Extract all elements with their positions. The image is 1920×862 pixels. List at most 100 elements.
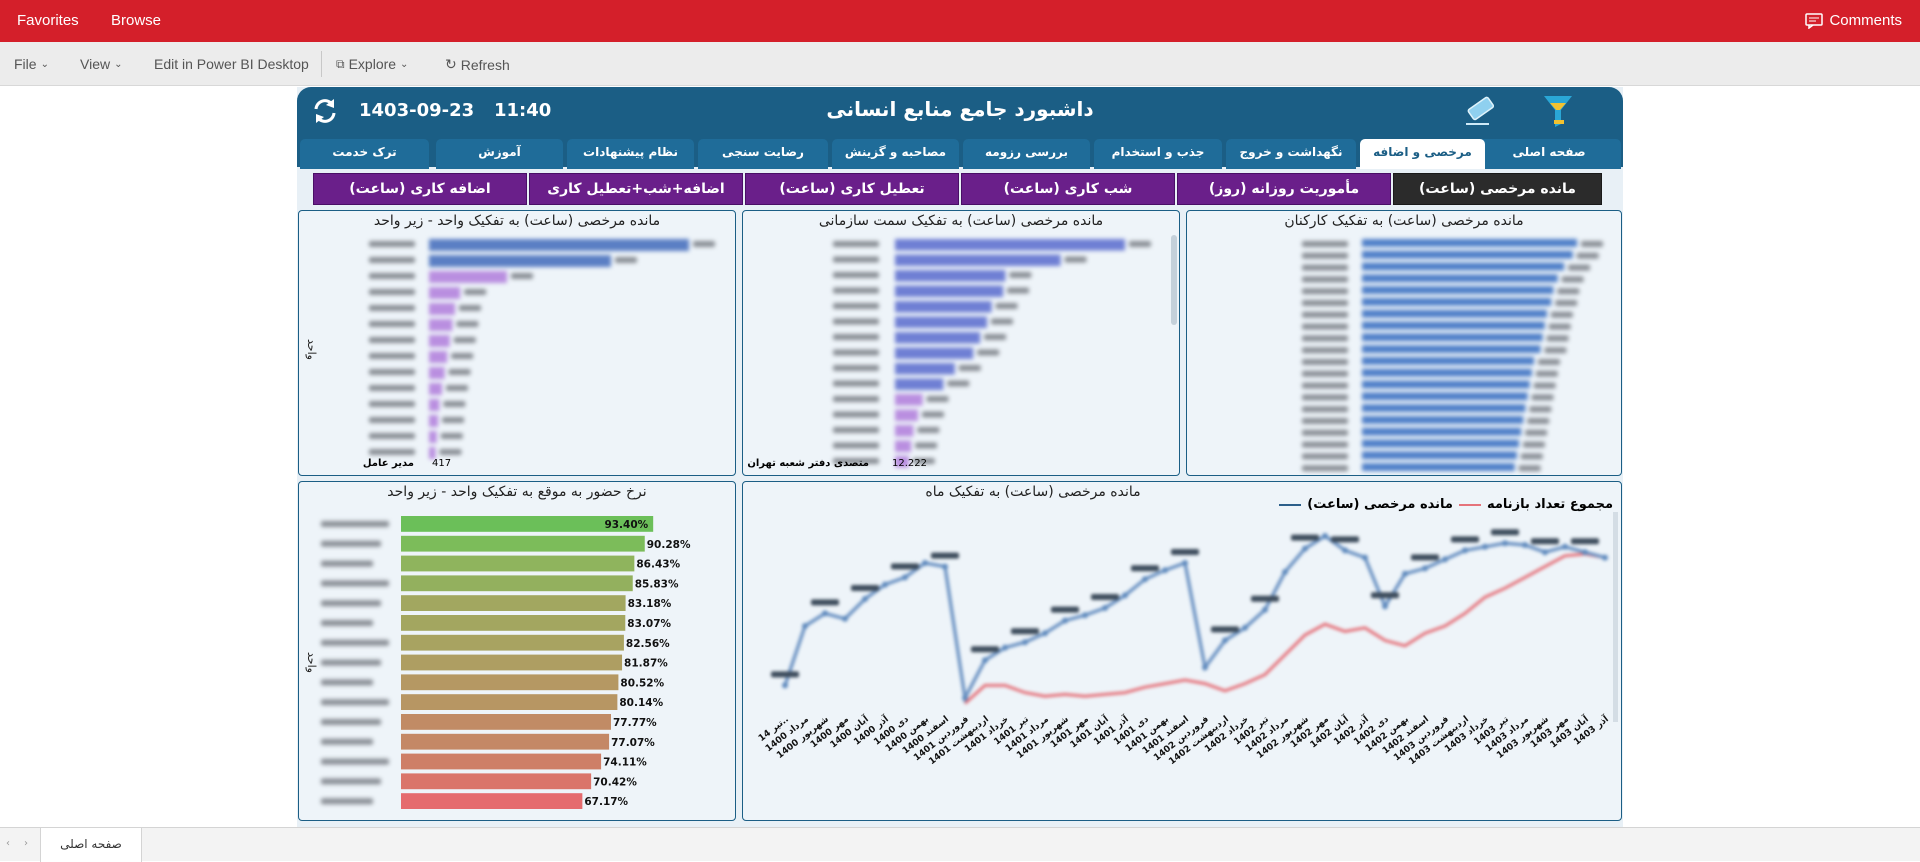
measure-daily-mission[interactable]: مأموریت روزانه (روز) (1177, 173, 1391, 205)
comments-button[interactable]: Comments (1805, 12, 1902, 29)
measure-combined[interactable]: اضافه+شب+تعطیل کاری (ساعت) (529, 173, 743, 227)
tab-recruitment[interactable]: جذب و استخدام (1094, 139, 1222, 169)
blurred-data-label (922, 411, 944, 418)
blurred-category-label (1302, 264, 1348, 271)
blurred-category-label (833, 303, 879, 309)
data-label: 83.18% (628, 598, 672, 610)
blurred-data-label (891, 563, 919, 570)
blurred-data-label (442, 417, 465, 423)
tab-satisfaction[interactable]: رضایت سنجی (698, 139, 828, 169)
data-point (1062, 617, 1068, 624)
blurred-data-label (451, 353, 474, 359)
browse-link[interactable]: Browse (111, 12, 161, 29)
blurred-data-label (443, 401, 466, 407)
bar (1362, 404, 1526, 412)
data-point (862, 596, 868, 602)
eraser-icon[interactable] (1463, 95, 1497, 131)
data-label: 83.07% (627, 618, 671, 630)
blurred-category-label (1302, 276, 1348, 283)
bar (429, 351, 448, 363)
blurred-data-label (851, 585, 879, 591)
tab-termination[interactable]: ترک خدمت (300, 139, 429, 169)
attendance-bar (401, 595, 626, 611)
tab-training[interactable]: آموزش (436, 139, 563, 169)
favorites-link[interactable]: Favorites (17, 12, 79, 29)
blurred-data-label (1581, 241, 1603, 247)
blurred-category-label (321, 639, 389, 646)
data-label: 90.28% (647, 539, 691, 551)
refresh-button[interactable]: ↻ Refresh (445, 56, 510, 73)
tab-home[interactable]: صفحه اصلی (1477, 139, 1621, 169)
bar (895, 394, 923, 406)
data-point (1362, 554, 1368, 561)
bar (1362, 439, 1519, 448)
blurred-data-label (931, 552, 959, 559)
prev-page-icon[interactable]: ‹ (6, 838, 10, 849)
blurred-category-label (369, 417, 415, 423)
position-leave-bars (833, 239, 1151, 468)
view-menu[interactable]: View ⌄ (80, 56, 122, 72)
blurred-data-label (1538, 359, 1560, 365)
blurred-data-label (1291, 534, 1319, 541)
blurred-data-label (1371, 592, 1399, 599)
position-leave-panel: مانده مرخصی (ساعت) به تفکیک سمت سازمانی … (742, 210, 1180, 476)
bar (895, 378, 944, 390)
blurred-data-label (1211, 626, 1239, 633)
attendance-bar (401, 714, 611, 730)
unit-leave-panel: مانده مرخصی (ساعت) به تفکیک واحد - زیر و… (298, 210, 736, 476)
blurred-category-label (1302, 252, 1348, 259)
measure-holiday-work[interactable]: تعطیل کاری (ساعت) (745, 173, 959, 205)
bar (1362, 380, 1530, 389)
data-point (1322, 533, 1328, 539)
blurred-data-label (811, 599, 839, 606)
bar (1362, 239, 1577, 247)
blurred-data-label (1451, 536, 1479, 543)
measure-night-work[interactable]: شب کاری (ساعت) (961, 173, 1175, 205)
blurred-data-label (1550, 311, 1573, 318)
tab-retention-exit[interactable]: نگهداشت و خروج (1226, 139, 1356, 169)
blurred-category-label (833, 396, 879, 402)
bar (895, 301, 992, 313)
data-point (1602, 554, 1608, 561)
bar-label: متصدی دفتر شعبه تهران (747, 458, 869, 469)
blurred-data-label (1051, 606, 1079, 613)
edit-desktop-button[interactable]: Edit in Power BI Desktop (154, 56, 309, 72)
tab-resume-review[interactable]: بررسی رزومه (963, 139, 1090, 169)
bar (1362, 309, 1547, 318)
blurred-data-label (926, 396, 949, 402)
data-point (1222, 637, 1228, 644)
measure-leave-hours[interactable]: مانده مرخصی (ساعت) (1393, 173, 1602, 205)
blurred-data-label (448, 369, 471, 375)
blurred-category-label (369, 305, 415, 311)
bar (429, 431, 437, 443)
scrollbar (1613, 512, 1618, 722)
blurred-data-label (1522, 441, 1545, 448)
page-tab-home[interactable]: صفحه اصلی (40, 828, 142, 862)
next-page-icon[interactable]: › (24, 838, 28, 849)
blurred-category-label (833, 411, 879, 418)
blurred-data-label (615, 257, 637, 263)
scrollbar[interactable] (1171, 235, 1177, 325)
blurred-data-label (439, 449, 462, 455)
tab-leave-overtime[interactable]: مرخصی و اضافه کاری (1360, 139, 1485, 185)
top-bar: Favorites Browse Comments (0, 0, 1920, 42)
bar (1362, 262, 1565, 271)
page-title: داشبورد جامع منابع انسانی (826, 97, 1094, 121)
attendance-bar (401, 773, 592, 790)
bar (1362, 333, 1543, 342)
filter-icon[interactable] (1542, 93, 1574, 133)
measure-overtime[interactable]: اضافه کاری (ساعت) (313, 173, 527, 205)
blurred-data-label (917, 427, 940, 433)
tab-suggestions[interactable]: نظام پیشنهادات (567, 139, 694, 169)
file-menu[interactable]: File ⌄ (14, 56, 49, 72)
explore-menu[interactable]: ⧉ Explore ⌄ (336, 56, 408, 72)
chevron-down-icon: ⌄ (40, 58, 49, 70)
series-line-leave (783, 533, 1606, 704)
blurred-category-label (321, 540, 381, 547)
blurred-category-label (321, 560, 373, 567)
bar (429, 239, 689, 251)
staff-leave-panel: مانده مرخصی (ساعت) به تفکیک کارکنان (1186, 210, 1622, 476)
data-point (1162, 567, 1168, 574)
blurred-data-label (771, 671, 799, 678)
tab-interview[interactable]: مصاحبه و گزینش (832, 139, 959, 169)
